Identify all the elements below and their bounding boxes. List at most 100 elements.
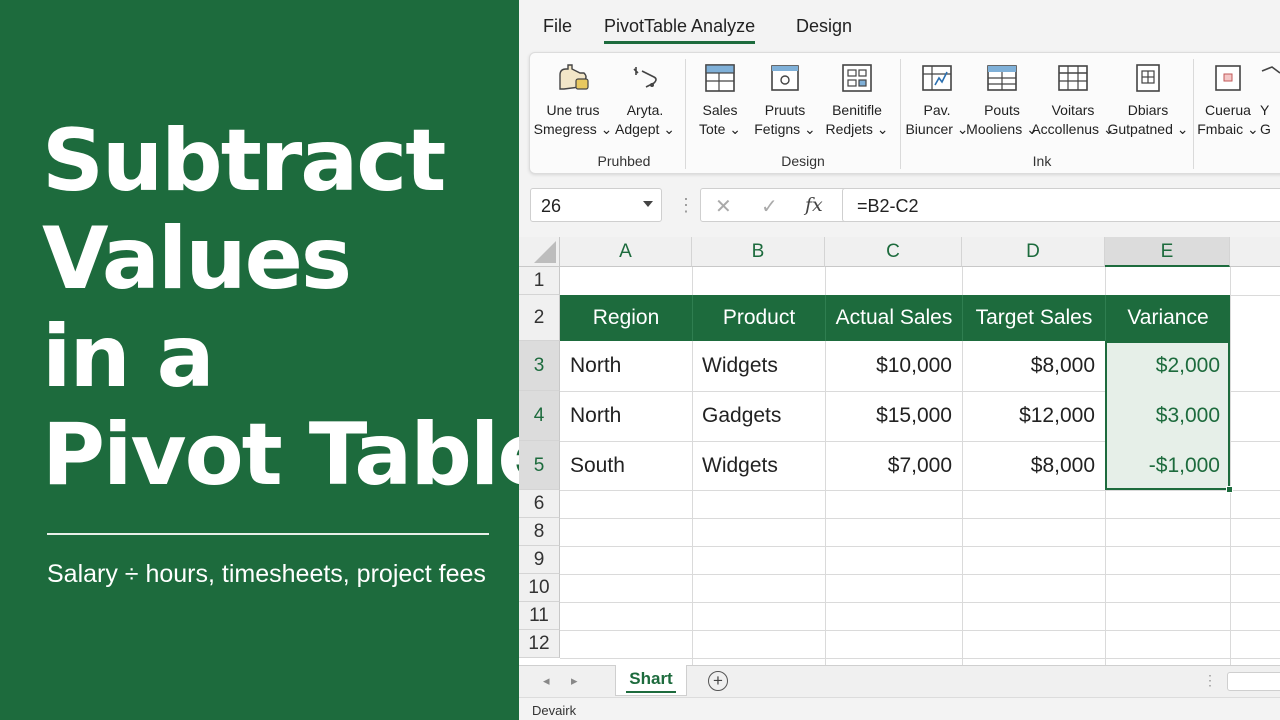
ribbon-button-dbiars[interactable]: Dbiars Gutpatned ⌄ <box>1105 61 1191 139</box>
table-header-product[interactable]: Product <box>692 295 825 341</box>
title-line: in a <box>42 307 215 407</box>
ribbon-button-aryta[interactable]: Aryta. Adgept ⌄ <box>602 61 688 139</box>
menu-file[interactable]: File <box>543 16 572 37</box>
square-dot-icon <box>768 63 802 93</box>
formula-input[interactable]: =B2-C2 <box>842 188 1280 222</box>
table-header-target-sales[interactable]: Target Sales <box>962 295 1105 341</box>
ribbon-label: Aryta. <box>626 102 664 118</box>
ribbon-button-partial[interactable]: Y G <box>1252 61 1280 139</box>
table-grid-icon <box>1056 63 1090 93</box>
menu-pivottable-analyze[interactable]: PivotTable Analyze <box>604 16 756 44</box>
table-cell[interactable]: North <box>560 391 692 441</box>
column-header-empty <box>1230 237 1280 267</box>
drag-handle-icon[interactable]: ⋮ <box>677 195 695 216</box>
column-header-a[interactable]: A <box>560 237 692 267</box>
ribbon-label: Benitifle <box>832 102 882 118</box>
row-header[interactable]: 5 <box>519 441 560 490</box>
gridline <box>560 658 1280 659</box>
table-cell[interactable]: North <box>560 341 692 391</box>
horizontal-scrollbar[interactable] <box>1227 672 1280 691</box>
table-cell[interactable]: $7,000 <box>825 441 962 491</box>
row-header[interactable]: 4 <box>519 391 560 441</box>
table-cell[interactable]: South <box>560 441 692 491</box>
group-label-pruhbed: Pruhbed <box>597 153 651 169</box>
status-text: Devairk <box>532 703 577 718</box>
table-cell[interactable]: $2,000 <box>1105 341 1230 391</box>
formula-bar: 26 ⋮ ✕ ✓ fx =B2-C2 <box>519 180 1280 232</box>
formula-buttons: ✕ ✓ fx <box>700 188 856 222</box>
table-cell[interactable]: $12,000 <box>962 391 1105 441</box>
function-icon[interactable]: fx <box>805 194 823 216</box>
row-header[interactable]: 12 <box>519 630 560 658</box>
table-header-region[interactable]: Region <box>560 295 692 341</box>
ribbon-label: Gutpatned ⌄ <box>1107 121 1189 137</box>
chevron-left-icon[interactable]: ◂ <box>543 673 550 689</box>
title-line: Subtract <box>42 111 446 211</box>
status-bar: Devairk <box>519 697 1280 720</box>
table-cell[interactable]: $8,000 <box>962 341 1105 391</box>
column-header-d[interactable]: D <box>962 237 1105 267</box>
grid-box-icon <box>840 63 874 93</box>
ribbon-label: Y <box>1260 102 1270 118</box>
gridline <box>560 602 1280 603</box>
table-cell[interactable]: $10,000 <box>825 341 962 391</box>
gridline <box>560 518 1280 519</box>
ribbon-label: Accollenus ⌄ <box>1031 121 1115 137</box>
row-header[interactable]: 11 <box>519 602 560 630</box>
column-header-e[interactable]: E <box>1105 237 1230 267</box>
name-box-value: 26 <box>541 196 562 216</box>
chevron-right-icon[interactable]: ▸ <box>571 673 578 689</box>
table-cell[interactable]: $8,000 <box>962 441 1105 491</box>
table-cell[interactable]: $15,000 <box>825 391 962 441</box>
name-box[interactable]: 26 <box>530 188 662 222</box>
cancel-icon[interactable]: ✕ <box>715 194 732 219</box>
chart-grid-icon <box>920 63 954 93</box>
select-all-corner[interactable] <box>519 237 560 267</box>
title-panel: Subtract Values in a Pivot Table Salary … <box>0 0 556 720</box>
table-cell[interactable]: Widgets <box>692 441 825 491</box>
table-cell[interactable]: Widgets <box>692 341 825 391</box>
add-sheet-icon[interactable]: + <box>708 671 728 691</box>
row-header[interactable]: 2 <box>519 295 560 341</box>
subtitle: Salary ÷ hours, timesheets, project fees <box>47 560 486 588</box>
gridline <box>1230 267 1231 665</box>
page-title: Subtract Values in a Pivot Table <box>42 111 556 505</box>
title-line: Pivot Table <box>42 405 556 505</box>
row-header[interactable]: 6 <box>519 490 560 518</box>
pen-icon <box>628 63 662 93</box>
chevron-down-icon[interactable] <box>643 201 653 207</box>
row-header[interactable]: 8 <box>519 518 560 546</box>
row-header[interactable]: 1 <box>519 267 560 295</box>
spreadsheet-grid: A B C D E 1 2 3 4 5 6 8 9 10 11 12 Regio… <box>519 237 1280 665</box>
table-cell[interactable]: -$1,000 <box>1105 441 1230 491</box>
table-header-actual-sales[interactable]: Actual Sales <box>825 295 962 341</box>
partial-icon <box>1260 63 1280 93</box>
sheet-tab[interactable]: Shart <box>615 665 687 696</box>
sheet-tab-bar: ◂ ▸ Shart + ⋮ <box>519 665 1280 697</box>
ribbon-button-benitifle[interactable]: Benitifle Redjets ⌄ <box>814 61 900 139</box>
row-header[interactable]: 10 <box>519 574 560 602</box>
menu-design[interactable]: Design <box>796 16 852 37</box>
ribbon-button-voitars[interactable]: Voitars Accollenus ⌄ <box>1030 61 1116 139</box>
table-cell[interactable]: $3,000 <box>1105 391 1230 441</box>
column-header-c[interactable]: C <box>825 237 962 267</box>
title-divider <box>47 533 489 535</box>
row-header[interactable]: 9 <box>519 546 560 574</box>
ribbon: Une trus Smegress ⌄ Aryta. Adgept ⌄ Pruh… <box>529 52 1280 174</box>
ribbon-label: Adgept ⌄ <box>615 121 675 137</box>
ribbon-label: Redjets ⌄ <box>825 121 889 137</box>
table-window-icon <box>703 63 737 93</box>
spreadsheet-app: File PivotTable Analyze Design Une trus … <box>519 0 1280 720</box>
confirm-icon[interactable]: ✓ <box>761 194 778 219</box>
ribbon-label: Voitars <box>1051 102 1095 118</box>
gridline <box>560 630 1280 631</box>
table-cell[interactable]: Gadgets <box>692 391 825 441</box>
doc-grid-icon <box>1131 63 1165 93</box>
row-header[interactable]: 3 <box>519 341 560 391</box>
title-line: Values <box>42 209 352 309</box>
table-header-variance[interactable]: Variance <box>1105 295 1230 341</box>
ribbon-label: Dbiars <box>1127 102 1169 118</box>
hand-icon <box>556 63 590 93</box>
column-header-b[interactable]: B <box>692 237 825 267</box>
more-icon[interactable]: ⋮ <box>1203 672 1217 689</box>
